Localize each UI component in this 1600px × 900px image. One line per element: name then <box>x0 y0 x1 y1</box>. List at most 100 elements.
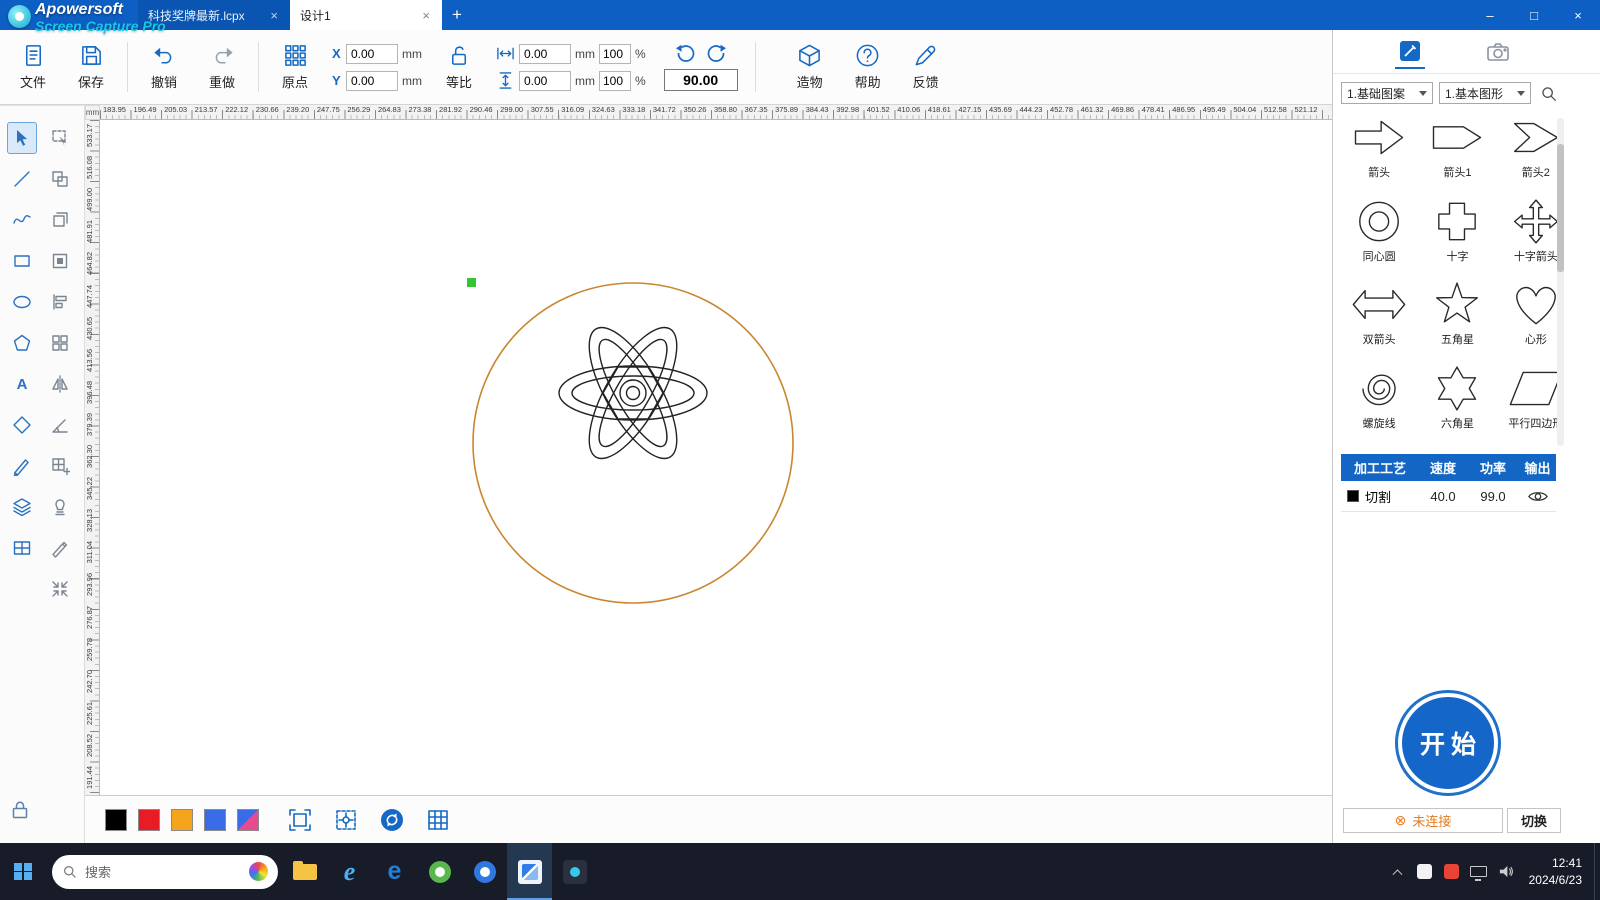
shape-arrow1[interactable]: 箭头1 <box>1419 114 1495 190</box>
taskbar-app-folder[interactable] <box>282 843 327 900</box>
tool-incline[interactable] <box>45 409 75 441</box>
tool-duplicate[interactable] <box>45 204 75 236</box>
selection-marker[interactable] <box>467 278 476 287</box>
tray-expand-icon[interactable] <box>1384 843 1411 900</box>
tool-rectangle[interactable] <box>7 245 37 277</box>
tool-diamond[interactable] <box>7 409 37 441</box>
tab-camera[interactable] <box>1483 35 1513 69</box>
tab-close-icon[interactable]: × <box>268 8 280 23</box>
color-swatch-1[interactable] <box>105 809 127 831</box>
tray-volume-icon[interactable] <box>1492 843 1519 900</box>
taskbar-clock[interactable]: 12:41 2024/6/23 <box>1519 855 1594 889</box>
height-percent-input[interactable] <box>599 71 631 91</box>
taskbar-app-ie[interactable]: e <box>327 843 372 900</box>
tool-mirror[interactable] <box>45 368 75 400</box>
design-circle-outline[interactable] <box>473 283 793 603</box>
tool-ellipse[interactable] <box>7 286 37 318</box>
color-swatch-3[interactable] <box>171 809 193 831</box>
tool-measure[interactable] <box>7 450 37 482</box>
close-button[interactable]: × <box>1556 0 1600 30</box>
lock-button[interactable] <box>9 799 37 827</box>
height-input[interactable] <box>519 71 571 91</box>
tab-design[interactable] <box>1395 35 1425 69</box>
tool-offset[interactable] <box>45 245 75 277</box>
start-menu-button[interactable] <box>0 843 46 900</box>
width-input[interactable] <box>519 44 571 64</box>
search-highlights-icon[interactable] <box>249 862 268 881</box>
tool-align[interactable] <box>45 286 75 318</box>
category-dropdown[interactable]: 1.基础图案 <box>1341 82 1433 104</box>
rotate-ccw-button[interactable] <box>674 44 696 66</box>
tab-close-icon[interactable]: × <box>420 8 432 23</box>
shape-label: 十字 <box>1446 248 1468 264</box>
rotate-cw-button[interactable] <box>706 44 728 66</box>
width-percent-input[interactable] <box>599 44 631 64</box>
x-input[interactable] <box>346 44 398 64</box>
document-tab-2[interactable]: 设计1 × <box>290 0 442 30</box>
shape-arrow[interactable]: 箭头 <box>1341 114 1417 190</box>
shape-cross[interactable]: 十字 <box>1419 198 1495 274</box>
fit-view-button[interactable] <box>331 805 361 835</box>
color-swatch-4[interactable] <box>204 809 226 831</box>
taskbar-app-green-browser[interactable] <box>417 843 462 900</box>
tool-grid-plus[interactable] <box>45 450 75 482</box>
sync-button[interactable] <box>377 805 407 835</box>
design-atom-shape[interactable] <box>559 315 707 470</box>
maximize-button[interactable]: □ <box>1512 0 1556 30</box>
help-button[interactable]: 帮助 <box>839 43 897 91</box>
undo-button[interactable]: 撤销 <box>135 43 193 91</box>
output-visibility-toggle[interactable] <box>1519 490 1556 503</box>
tray-app-red-icon[interactable] <box>1438 843 1465 900</box>
gallery-scrollbar[interactable] <box>1557 118 1564 446</box>
shape-concentric-circle[interactable]: 同心圆 <box>1341 198 1417 274</box>
tool-text[interactable]: A <box>7 368 37 400</box>
color-swatch-5[interactable] <box>237 809 259 831</box>
ratio-lock-button[interactable]: 等比 <box>430 43 488 91</box>
taskbar-search[interactable]: 搜索 <box>52 855 278 889</box>
tool-select[interactable] <box>7 122 37 154</box>
switch-device-button[interactable]: 切换 <box>1507 808 1561 833</box>
new-tab-button[interactable]: + <box>442 0 472 30</box>
tool-weld[interactable] <box>45 491 75 523</box>
origin-button[interactable]: 原点 <box>266 43 324 91</box>
feedback-button[interactable]: 反馈 <box>897 43 955 91</box>
shape-star5[interactable]: 五角星 <box>1419 281 1495 357</box>
y-input[interactable] <box>346 71 398 91</box>
file-button[interactable]: 文件 <box>4 43 62 91</box>
save-button[interactable]: 保存 <box>62 43 120 91</box>
process-row-cut[interactable]: 切割 40.0 99.0 <box>1341 481 1556 512</box>
taskbar-app-capture[interactable] <box>552 843 597 900</box>
color-swatch-2[interactable] <box>138 809 160 831</box>
tool-hand[interactable] <box>45 532 75 564</box>
shape-double-arrow[interactable]: 双箭头 <box>1341 281 1417 357</box>
document-tab-1[interactable]: 科技奖牌最新.lcpx × <box>138 0 290 30</box>
shape-spiral[interactable]: 螺旋线 <box>1341 365 1417 441</box>
minimize-button[interactable]: – <box>1468 0 1512 30</box>
tool-polygon[interactable] <box>7 327 37 359</box>
tool-node-select[interactable] <box>45 122 75 154</box>
redo-button[interactable]: 重做 <box>193 43 251 91</box>
taskbar-app-lasermaker[interactable] <box>507 843 552 900</box>
subcategory-dropdown[interactable]: 1.基本图形 <box>1439 82 1531 104</box>
rotation-input[interactable] <box>664 69 738 91</box>
grid-button[interactable] <box>423 805 453 835</box>
tool-shape-union[interactable] <box>45 163 75 195</box>
design-canvas[interactable] <box>100 120 1332 795</box>
show-desktop-button[interactable] <box>1594 843 1600 900</box>
tool-curve[interactable] <box>7 204 37 236</box>
tool-array[interactable] <box>45 327 75 359</box>
frame-button[interactable] <box>285 805 315 835</box>
taskbar-app-edge[interactable]: e <box>372 843 417 900</box>
tool-shrink[interactable] <box>45 573 75 605</box>
create-button[interactable]: 造物 <box>781 43 839 91</box>
shape-star6[interactable]: 六角星 <box>1419 365 1495 441</box>
start-button[interactable]: 开始 <box>1395 690 1501 796</box>
tray-display-icon[interactable] <box>1465 843 1492 900</box>
scrollbar-thumb[interactable] <box>1557 144 1564 272</box>
tray-ime-icon[interactable] <box>1411 843 1438 900</box>
taskbar-app-blue-browser[interactable] <box>462 843 507 900</box>
tool-line[interactable] <box>7 163 37 195</box>
tool-table[interactable] <box>7 532 37 564</box>
shape-search-button[interactable] <box>1537 82 1559 104</box>
tool-layers[interactable] <box>7 491 37 523</box>
